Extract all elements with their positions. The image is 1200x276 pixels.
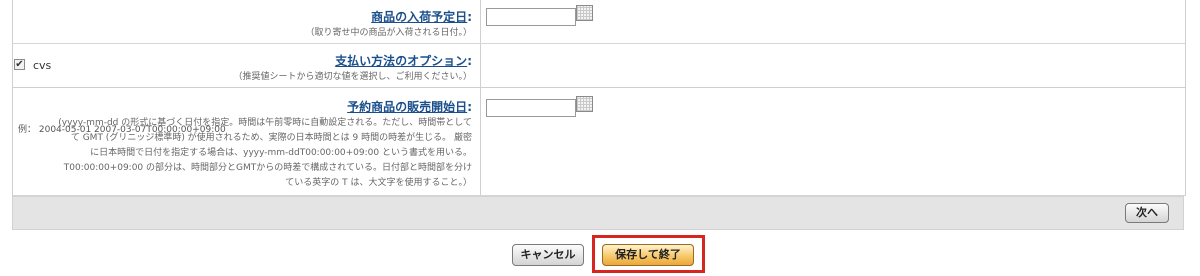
- calendar-icon[interactable]: [576, 96, 593, 112]
- arrival-date-help: （取り寄せ中の商品が入荷される日付。）: [305, 28, 472, 38]
- help-line: T00:00:00+09:00 の部分は、時間部分とGMTからの時差で構成されて…: [63, 163, 472, 173]
- preorder-release-date-input[interactable]: [486, 99, 576, 117]
- preorder-release-date-label[interactable]: 予約商品の販売開始日: [347, 98, 467, 115]
- payment-options-label-cell: 支払い方法のオプション: （推奨値シートから適切な値を選択し、ご利用ください。）: [13, 44, 481, 87]
- cancel-button[interactable]: キャンセル: [512, 244, 584, 266]
- calendar-icon[interactable]: [576, 5, 593, 21]
- label-colon: :: [467, 54, 472, 68]
- arrival-date-row: 商品の入荷予定日: （取り寄せ中の商品が入荷される日付。）: [13, 0, 1185, 44]
- next-button[interactable]: 次へ: [1125, 203, 1169, 223]
- date-example-text: 例： 2004-05-01 2007-03-07T00:00:00+09:00: [18, 125, 226, 135]
- label-colon: :: [467, 100, 472, 114]
- label-colon: :: [467, 10, 472, 24]
- payment-options-row: 支払い方法のオプション: （推奨値シートから適切な値を選択し、ご利用ください。）: [13, 44, 1185, 88]
- preorder-release-date-row: 予約商品の販売開始日: (yyyy-mm-dd の形式に基づく日付を指定。時間は…: [13, 88, 1185, 196]
- help-line: ている英字の T は、大文字を使用すること。）: [285, 178, 472, 188]
- cvs-option-label: cvs: [33, 59, 52, 72]
- help-line: に日本時間で日付を指定する場合は、yyyy-mm-ddT00:00:00+09:…: [90, 148, 472, 158]
- preorder-release-date-label-cell: 予約商品の販売開始日: (yyyy-mm-dd の形式に基づく日付を指定。時間は…: [13, 88, 481, 195]
- payment-options-help: （推奨値シートから適切な値を選択し、ご利用ください。）: [233, 72, 472, 82]
- cvs-checkbox[interactable]: ✔: [14, 59, 25, 70]
- arrival-date-input[interactable]: [486, 8, 576, 26]
- payment-options-label[interactable]: 支払い方法のオプション: [335, 52, 467, 69]
- product-form-table: 商品の入荷予定日: （取り寄せ中の商品が入荷される日付。） 支払い方法のオプショ…: [12, 0, 1186, 196]
- form-footer-bar: [12, 196, 1184, 230]
- arrival-date-label-cell: 商品の入荷予定日: （取り寄せ中の商品が入荷される日付。）: [13, 0, 481, 43]
- arrival-date-label[interactable]: 商品の入荷予定日: [371, 8, 467, 25]
- save-and-finish-button[interactable]: 保存して終了: [602, 244, 694, 266]
